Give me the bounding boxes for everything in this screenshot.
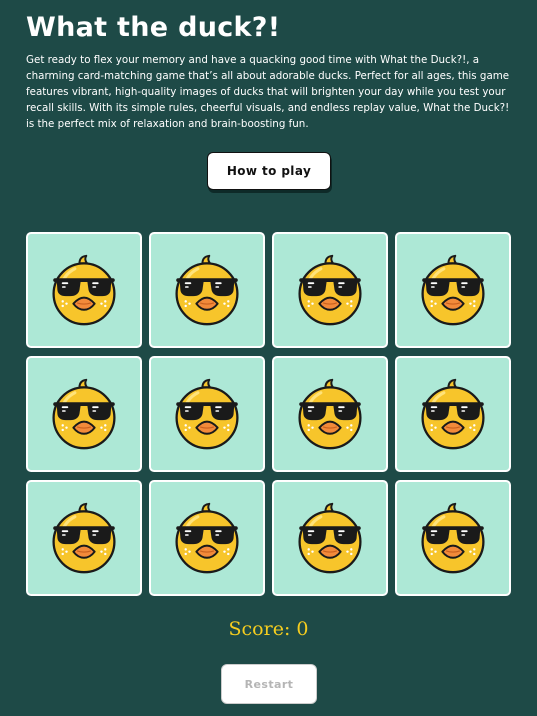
memory-card[interactable] [272,232,388,348]
memory-card[interactable] [149,356,265,472]
duck-with-sunglasses-icon [421,378,485,450]
duck-with-sunglasses-icon [52,502,116,574]
how-to-play-button[interactable]: How to play [207,152,331,190]
duck-with-sunglasses-icon [298,378,362,450]
memory-card[interactable] [149,232,265,348]
memory-card[interactable] [395,480,511,596]
card-grid [26,232,513,596]
duck-with-sunglasses-icon [421,502,485,574]
game-description: Get ready to flex your memory and have a… [26,54,510,130]
duck-with-sunglasses-icon [175,378,239,450]
duck-with-sunglasses-icon [52,254,116,326]
duck-with-sunglasses-icon [175,254,239,326]
memory-card[interactable] [272,356,388,472]
duck-with-sunglasses-icon [298,502,362,574]
memory-card[interactable] [26,356,142,472]
score-display: Score: 0 [228,618,309,640]
duck-with-sunglasses-icon [175,502,239,574]
memory-card[interactable] [149,480,265,596]
duck-with-sunglasses-icon [298,254,362,326]
memory-card[interactable] [272,480,388,596]
page-title: What the duck?! [26,12,281,43]
memory-card[interactable] [395,232,511,348]
duck-with-sunglasses-icon [421,254,485,326]
duck-with-sunglasses-icon [52,378,116,450]
memory-card[interactable] [26,480,142,596]
memory-card[interactable] [395,356,511,472]
memory-card[interactable] [26,232,142,348]
restart-button[interactable]: Restart [221,664,317,704]
